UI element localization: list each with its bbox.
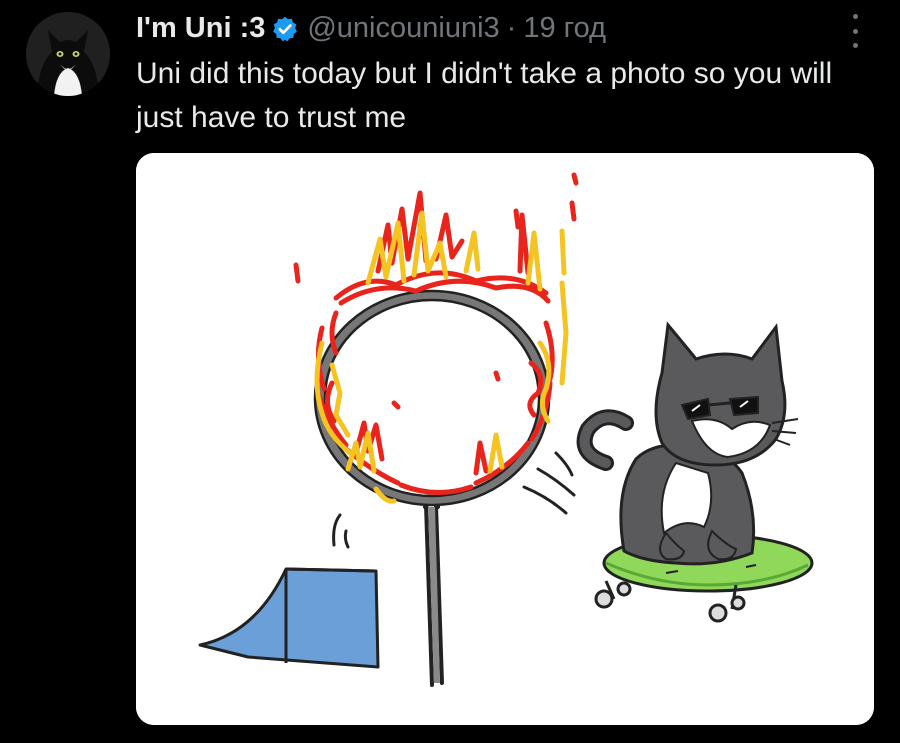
tweet-text: Uni did this today but I didn't take a p… [136,57,833,134]
author-handle[interactable]: @unicouniuni3 [307,8,499,48]
header-separator: · [506,12,517,44]
more-options-icon[interactable] [846,14,864,48]
more-dot [852,28,858,34]
tweet-timestamp[interactable]: 19 год [523,8,606,48]
tweet-header: I'm Uni :3 @unicouniuni3 · 19 год [136,8,606,48]
more-dot [852,43,858,48]
cat-avatar-icon [26,12,110,96]
cat-jumping-through-fire-hoop-drawing [136,153,874,725]
more-dot [852,14,858,19]
verified-badge-icon[interactable] [271,14,299,42]
tweet-media-image[interactable] [136,153,874,725]
tweet-card: I'm Uni :3 @unicouniuni3 · 19 год Uni di… [0,0,900,743]
author-avatar[interactable] [26,12,110,96]
author-display-name[interactable]: I'm Uni :3 [136,8,265,48]
